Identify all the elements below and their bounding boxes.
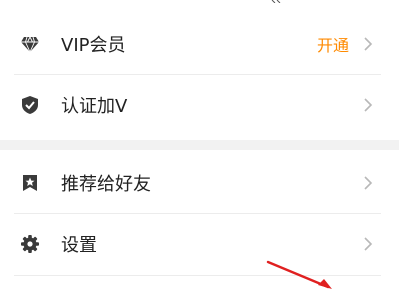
menu-item-verify[interactable]: 认证加V [0, 75, 399, 135]
menu-item-vip[interactable]: VIP会员 开通 [0, 14, 399, 74]
annotation-arrow-icon [266, 260, 332, 289]
menu-item-label: VIP会员 [61, 35, 126, 56]
chevron-right-icon [363, 237, 373, 251]
chevron-right-icon [363, 176, 373, 190]
menu-item-label: 认证加V [61, 96, 128, 117]
section-separator [0, 140, 399, 150]
shield-check-icon [20, 95, 40, 115]
diamond-icon [20, 34, 40, 54]
menu-item-label: 推荐给好友 [61, 174, 151, 195]
chevron-right-icon [363, 37, 373, 51]
cropped-mark-icon [271, 0, 281, 3]
chevron-right-icon [363, 98, 373, 112]
profile-menu-page: VIP会员 开通 认证加V 推荐给好友 设置 [0, 0, 399, 289]
star-bookmark-icon [20, 173, 40, 193]
menu-item-recommend[interactable]: 推荐给好友 [0, 153, 399, 213]
menu-item-label: 设置 [61, 235, 97, 256]
gear-icon [20, 234, 40, 254]
vip-activate-link[interactable]: 开通 [317, 32, 349, 56]
